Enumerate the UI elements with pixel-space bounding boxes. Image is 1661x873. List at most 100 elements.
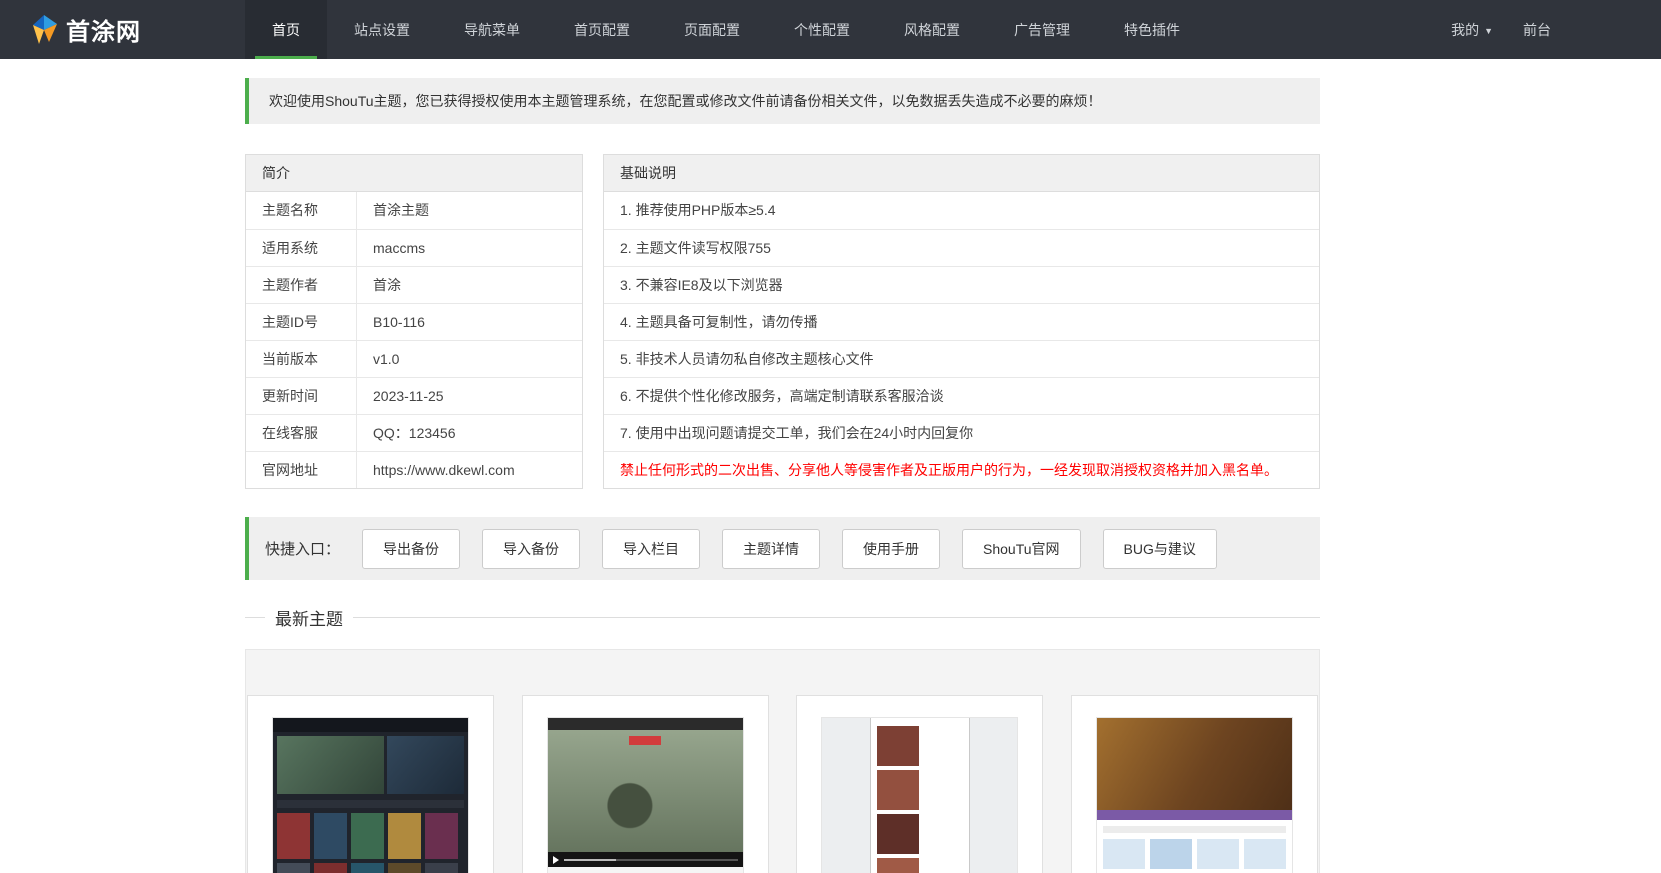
notes-panel-title: 基础说明: [604, 155, 1319, 192]
top-nav: 首涂网 首页 站点设置 导航菜单 首页配置 页面配置 个性配置 风格配置 广告管…: [0, 0, 1661, 59]
shoutu-site-button[interactable]: ShouTu官网: [962, 528, 1081, 569]
thumb-video-frame: [547, 730, 743, 852]
chevron-down-icon: ▼: [1484, 25, 1493, 36]
nav-item-home[interactable]: 首页: [245, 0, 327, 59]
welcome-alert-text: 欢迎使用ShouTu主题，您已获得授权使用本主题管理系统，在您配置或修改文件前请…: [269, 93, 1102, 109]
table-row: 适用系统 maccms: [246, 229, 582, 266]
theme-cards-row: [246, 695, 1319, 873]
row-label: 官网地址: [246, 452, 357, 488]
thumb-player-controls: [547, 852, 743, 867]
row-label: 主题ID号: [246, 304, 357, 340]
table-row: 主题名称 首涂主题: [246, 192, 582, 229]
nav-frontend-label: 前台: [1523, 21, 1551, 38]
warning-text: 禁止任何形式的二次出售、分享他人等侵害作者及正版用户的行为，一经发现取消授权资格…: [604, 451, 1319, 488]
table-row: 主题ID号 B10-116: [246, 303, 582, 340]
row-value: 首涂: [373, 277, 401, 293]
thumb-card-row: [1102, 839, 1286, 869]
thumb-text-lines: [548, 867, 743, 873]
thumb-banner: [1096, 718, 1292, 810]
quick-entry-label: 快捷入口：: [265, 541, 341, 558]
theme-card[interactable]: [1070, 695, 1318, 873]
theme-thumbnail-video-player: [546, 717, 744, 873]
logo-icon: [30, 14, 57, 45]
nav-frontend-link[interactable]: 前台: [1523, 20, 1551, 40]
note-item: 1. 推荐使用PHP版本≥5.4: [620, 202, 776, 218]
nav-item-personal-config[interactable]: 个性配置: [767, 0, 877, 59]
quick-entry-bar: 快捷入口： 导出备份 导入备份 导入栏目 主题详情 使用手册 ShouTu官网 …: [245, 517, 1320, 580]
nav-item-nav-menu[interactable]: 导航菜单: [437, 0, 547, 59]
nav-item-site-settings[interactable]: 站点设置: [327, 0, 437, 59]
row-value: 2023-11-25: [373, 388, 444, 404]
nav-item-page-config[interactable]: 页面配置: [657, 0, 767, 59]
info-panels: 简介 主题名称 首涂主题 适用系统 maccms 主题作者 首涂 主题ID号 B…: [245, 154, 1320, 489]
theme-card[interactable]: [796, 695, 1044, 873]
official-site-url: https://www.dkewl.com: [373, 462, 515, 478]
thumb-hero: [273, 732, 468, 798]
table-row: 官网地址 https://www.dkewl.com: [246, 451, 582, 488]
bug-feedback-button[interactable]: BUG与建议: [1102, 528, 1217, 569]
row-label: 主题名称: [246, 192, 357, 229]
thumb-phone-grid: [871, 726, 969, 873]
table-row: 更新时间 2023-11-25: [246, 377, 582, 414]
row-label: 更新时间: [246, 378, 357, 414]
row-label: 适用系统: [246, 230, 357, 266]
thumb-watermark: [629, 736, 662, 745]
logo[interactable]: 首涂网: [0, 0, 245, 59]
note-item: 5. 非技术人员请勿私自修改主题核心文件: [604, 340, 1319, 377]
main-menu: 首页 站点设置 导航菜单 首页配置 页面配置 个性配置 风格配置 广告管理 特色…: [245, 0, 1207, 59]
thumb-strip: [277, 800, 464, 808]
main-container: 欢迎使用ShouTu主题，您已获得授权使用本主题管理系统，在您配置或修改文件前请…: [245, 78, 1320, 873]
row-label: 在线客服: [246, 415, 357, 451]
import-backup-button[interactable]: 导入备份: [482, 528, 581, 569]
theme-details-button[interactable]: 主题详情: [722, 528, 821, 569]
row-label: 主题作者: [246, 267, 357, 303]
row-value: v1.0: [373, 351, 400, 367]
intro-panel: 简介 主题名称 首涂主题 适用系统 maccms 主题作者 首涂 主题ID号 B…: [245, 154, 583, 489]
row-label: 当前版本: [246, 341, 357, 377]
thumb-header: [547, 718, 743, 730]
theme-card[interactable]: [521, 695, 769, 873]
table-row: 在线客服 QQ：123456: [246, 414, 582, 451]
nav-item-style-config[interactable]: 风格配置: [877, 0, 987, 59]
note-item: 2. 主题文件读写权限755: [604, 229, 1319, 266]
divider-line: [245, 616, 265, 618]
intro-panel-title: 简介: [246, 155, 582, 192]
thumb-strip: [1096, 810, 1292, 820]
table-row: 主题作者 首涂: [246, 266, 582, 303]
play-icon: [552, 855, 559, 864]
import-columns-button[interactable]: 导入栏目: [602, 528, 701, 569]
latest-themes-panel: [245, 649, 1320, 873]
theme-thumbnail-dark-movie-site: [272, 717, 469, 873]
notes-panel: 基础说明 1. 推荐使用PHP版本≥5.4 2. 主题文件读写权限755 3. …: [603, 154, 1320, 489]
note-item: 3. 不兼容IE8及以下浏览器: [604, 266, 1319, 303]
nav-right: 我的 ▼ 前台: [1451, 0, 1661, 59]
thumb-navbar: [273, 718, 468, 732]
logo-text: 首涂网: [66, 19, 141, 46]
thumb-text-line: [1102, 826, 1286, 833]
table-row: 当前版本 v1.0: [246, 340, 582, 377]
nav-item-plugins[interactable]: 特色插件: [1097, 0, 1207, 59]
thumb-content-rows: [1097, 820, 1292, 873]
thumb-phone: [869, 718, 970, 873]
section-title-text: 最新主题: [275, 609, 343, 629]
welcome-alert: 欢迎使用ShouTu主题，您已获得授权使用本主题管理系统，在您配置或修改文件前请…: [245, 78, 1320, 124]
note-item: 4. 主题具备可复制性，请勿传播: [604, 303, 1319, 340]
row-value: QQ：123456: [373, 425, 456, 441]
row-value: 首涂主题: [373, 202, 429, 218]
nav-my-label: 我的: [1451, 21, 1480, 38]
row-value: B10-116: [373, 314, 425, 330]
nav-my-dropdown[interactable]: 我的 ▼: [1451, 20, 1493, 40]
nav-item-home-config[interactable]: 首页配置: [547, 0, 657, 59]
theme-card[interactable]: [247, 695, 494, 873]
thumb-poster-grid: [273, 810, 468, 873]
note-item: 7. 使用中出现问题请提交工单，我们会在24小时内回复你: [604, 414, 1319, 451]
theme-thumbnail-banner-site: [1095, 717, 1293, 873]
user-manual-button[interactable]: 使用手册: [842, 528, 941, 569]
theme-thumbnail-mobile-app: [821, 717, 1019, 873]
export-backup-button[interactable]: 导出备份: [362, 528, 461, 569]
note-item: 6. 不提供个性化修改服务，高端定制请联系客服洽谈: [604, 377, 1319, 414]
progress-bar: [563, 858, 738, 861]
nav-item-ad-manage[interactable]: 广告管理: [987, 0, 1097, 59]
row-value: maccms: [373, 240, 426, 256]
divider-line: [353, 616, 1320, 618]
